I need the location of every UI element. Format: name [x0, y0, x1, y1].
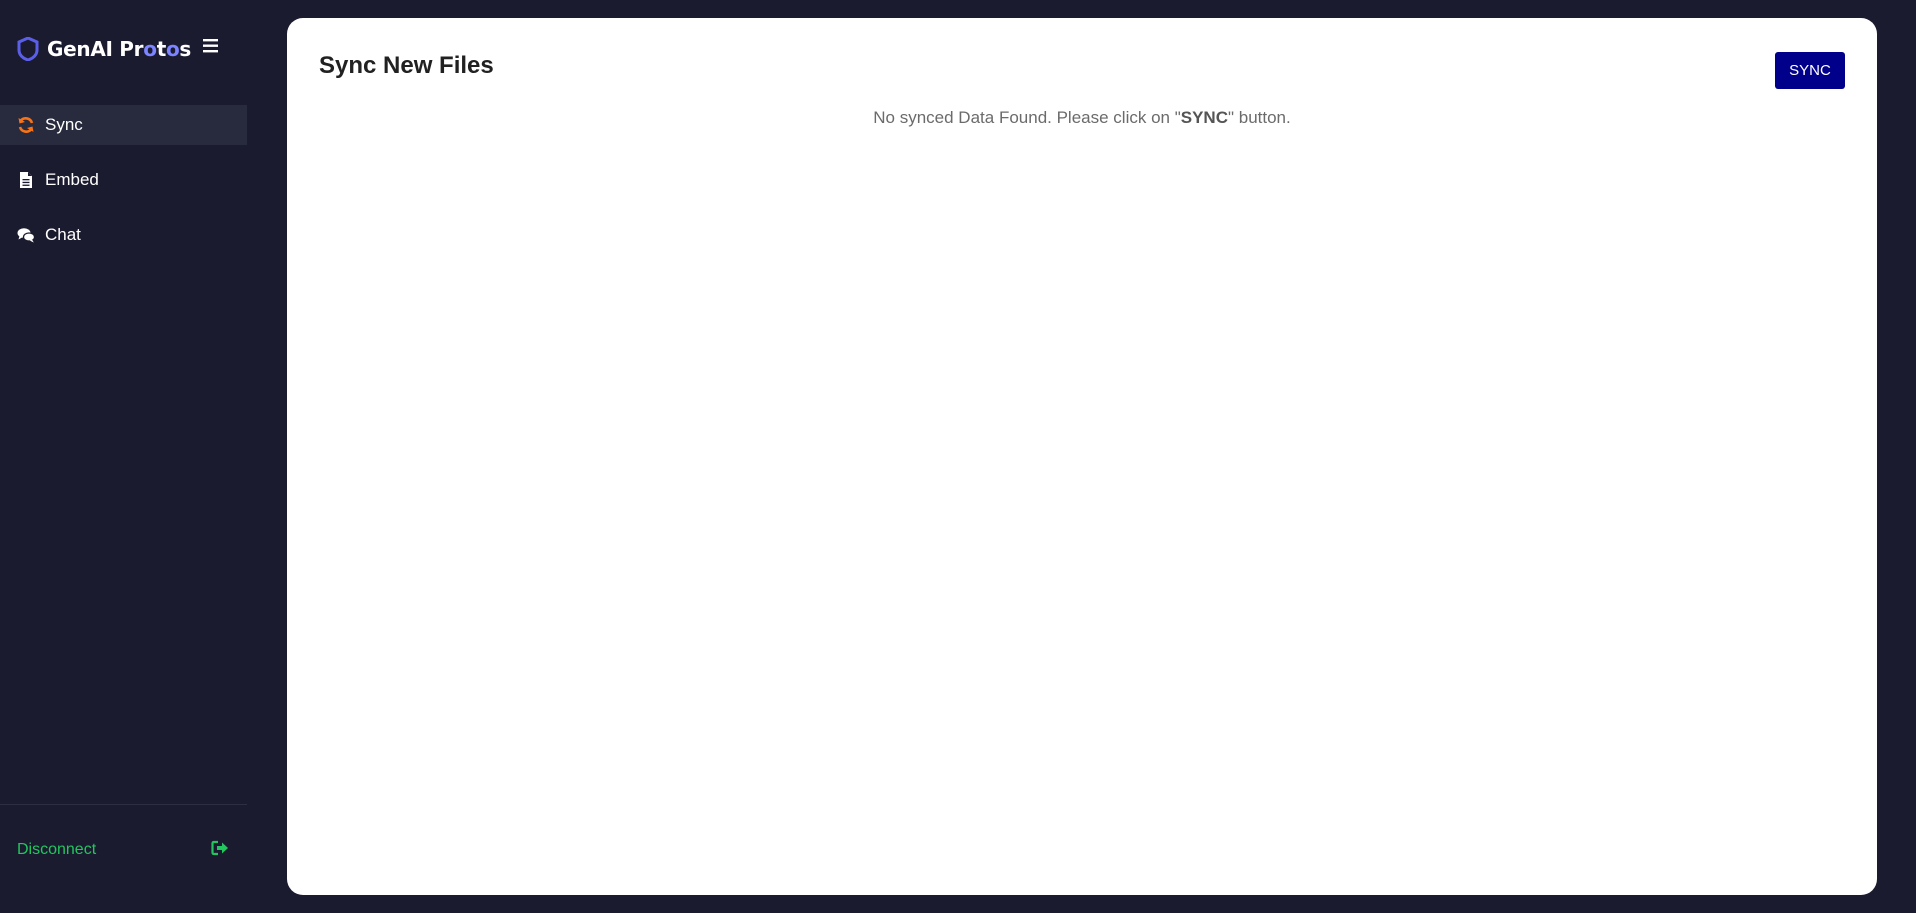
sidebar: GenAI Protos Sync Embed Chat Disconnect	[0, 0, 247, 913]
brand-name: GenAI Protos	[47, 37, 192, 61]
hamburger-icon[interactable]	[201, 36, 221, 56]
page-title: Sync New Files	[319, 52, 494, 79]
chat-bubbles-icon	[17, 226, 35, 244]
empty-state-message: No synced Data Found. Please click on "S…	[873, 108, 1291, 127]
disconnect-button[interactable]: Disconnect	[17, 838, 229, 862]
disconnect-label: Disconnect	[17, 841, 97, 858]
sidebar-item-chat[interactable]: Chat	[0, 215, 247, 255]
sidebar-item-embed[interactable]: Embed	[0, 160, 247, 200]
main-content-card: Sync New Files SYNC No synced Data Found…	[287, 18, 1877, 895]
sync-button[interactable]: SYNC	[1775, 52, 1845, 89]
refresh-icon	[17, 116, 35, 134]
sidebar-divider	[0, 804, 247, 805]
sidebar-item-label: Chat	[45, 225, 81, 244]
sidebar-item-sync[interactable]: Sync	[0, 105, 247, 145]
sidebar-item-label: Embed	[45, 170, 99, 189]
sidebar-nav: Sync Embed Chat	[0, 105, 247, 270]
sidebar-item-label: Sync	[45, 115, 83, 134]
document-icon	[17, 171, 35, 189]
shield-logo-icon	[17, 37, 39, 61]
sign-out-icon	[211, 839, 229, 862]
brand-logo[interactable]: GenAI Protos	[17, 34, 191, 64]
